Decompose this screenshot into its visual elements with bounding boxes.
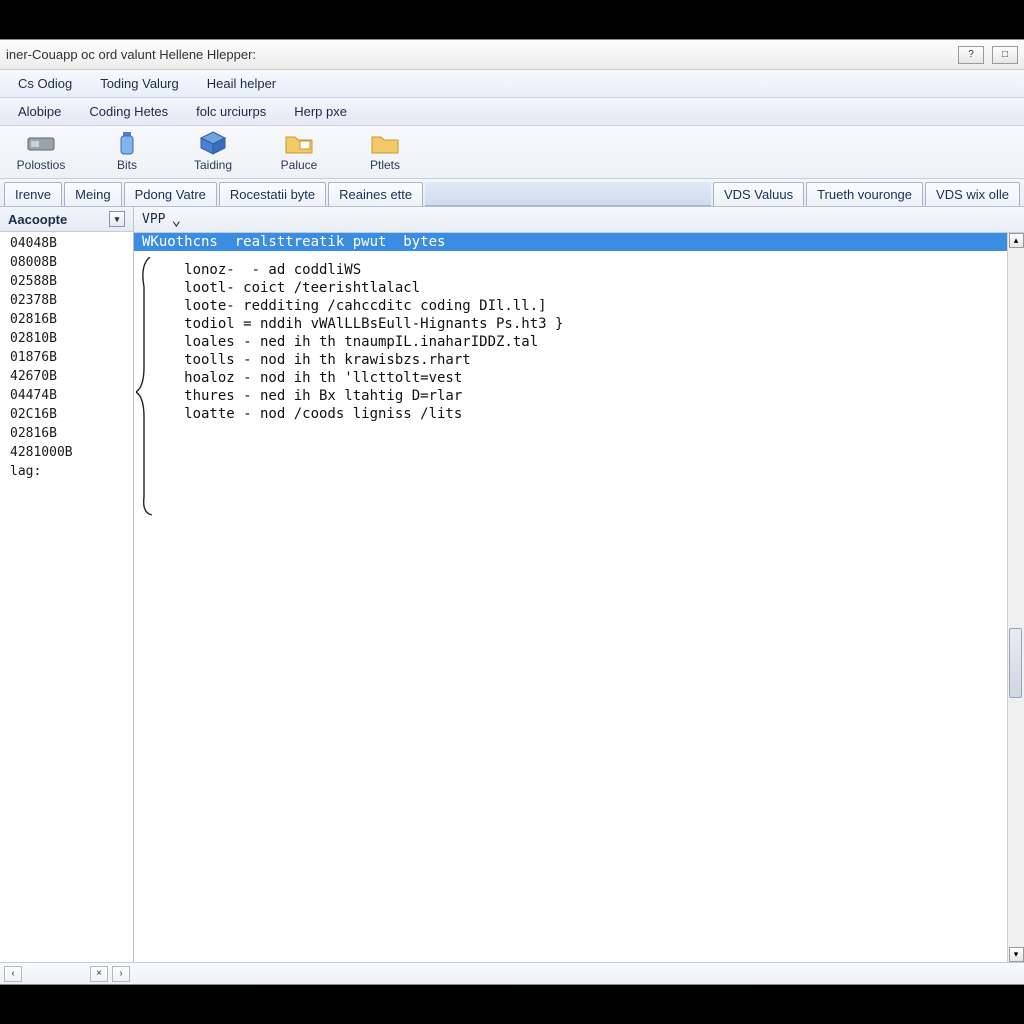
content-area: Aacoopte ▾ 04048B 08008B 02588B 02378B 0… [0, 207, 1024, 962]
sidebar-dropdown-button[interactable]: ▾ [109, 211, 125, 227]
toolbar-button-bits[interactable]: Bits [96, 130, 158, 172]
toolbar-label: Bits [117, 158, 137, 172]
toolbar-button-taiding[interactable]: Taiding [182, 130, 244, 172]
menu-item[interactable]: Toding Valurg [86, 72, 193, 95]
toolbar-label: Polostios [17, 158, 66, 172]
toolbar: Polostios Bits Taiding Paluce Ptlets [0, 126, 1024, 179]
code-editor[interactable]: WKuothcns realsttreatik pwut bytes lonoz… [134, 233, 1007, 962]
menubar-row-2: Alobipe Coding Hetes folc urciurps Herp … [0, 98, 1024, 126]
window-controls: ? □ [954, 46, 1018, 64]
folder-icon [283, 130, 315, 156]
tabbar-spacer [425, 182, 711, 206]
list-item[interactable]: 04048B [0, 234, 133, 253]
scroll-track[interactable] [1008, 248, 1024, 947]
editor-tab-label: VPP [142, 212, 165, 227]
scroll-thumb[interactable] [1009, 628, 1022, 698]
editor-tab[interactable]: VPP ⌄ [134, 207, 1024, 233]
list-item[interactable]: 02816B [0, 424, 133, 443]
vertical-scrollbar[interactable]: ▴ ▾ [1007, 233, 1024, 962]
menu-item[interactable]: folc urciurps [182, 100, 280, 123]
code-line[interactable]: toolls - nod ih th krawisbzs.rhart [134, 351, 1007, 369]
chevron-down-icon: ⌄ [171, 210, 181, 229]
brace-decoration [136, 257, 156, 517]
toolbar-button-polostios[interactable]: Polostios [10, 130, 72, 172]
bottle-icon [111, 130, 143, 156]
tab-vds-valuus[interactable]: VDS Valuus [713, 182, 804, 206]
window-title: iner-Couapp oc ord valunt Hellene Hleppe… [6, 47, 954, 62]
scroll-down-button[interactable]: ▾ [1009, 947, 1024, 962]
app-window: iner-Couapp oc ord valunt Hellene Hleppe… [0, 40, 1024, 984]
folder2-icon [369, 130, 401, 156]
tab-rocestatii-byte[interactable]: Rocestatii byte [219, 182, 326, 206]
sidebar-list: 04048B 08008B 02588B 02378B 02816B 02810… [0, 232, 133, 962]
code-line-selected[interactable]: WKuothcns realsttreatik pwut bytes [134, 233, 1007, 251]
status-close-button[interactable]: × [90, 966, 108, 982]
toolbar-label: Ptlets [370, 158, 400, 172]
code-line[interactable]: thures - ned ih Bx ltahtig D=rlar [134, 387, 1007, 405]
tab-vds-wix-olle[interactable]: VDS wix olle [925, 182, 1020, 206]
menu-item[interactable]: Coding Hetes [75, 100, 182, 123]
code-line[interactable]: lonoz- - ad coddliWS [134, 261, 1007, 279]
list-item[interactable]: 42670B [0, 367, 133, 386]
code-line[interactable]: hoaloz - nod ih th 'llcttolt=vest [134, 369, 1007, 387]
list-item[interactable]: 02816B [0, 310, 133, 329]
tab-irenve[interactable]: Irenve [4, 182, 62, 206]
toolbar-button-paluce[interactable]: Paluce [268, 130, 330, 172]
status-next-button[interactable]: › [112, 966, 130, 982]
menu-item[interactable]: Alobipe [4, 100, 75, 123]
code-line[interactable]: loales - ned ih th tnaumpIL.inaharIDDZ.t… [134, 333, 1007, 351]
tab-pdong-vatre[interactable]: Pdong Vatre [124, 182, 217, 206]
status-prev-button[interactable]: ‹ [4, 966, 22, 982]
code-line[interactable]: loatte - nod /coods ligniss /lits [134, 405, 1007, 423]
menu-item[interactable]: Cs Odiog [4, 72, 86, 95]
tab-meing[interactable]: Meing [64, 182, 121, 206]
list-item[interactable]: 02588B [0, 272, 133, 291]
code-line[interactable]: lootl- coict /teerishtlalacl [134, 279, 1007, 297]
editor-pane: VPP ⌄ WKuothcns realsttreatik pwut bytes… [134, 207, 1024, 962]
sidebar: Aacoopte ▾ 04048B 08008B 02588B 02378B 0… [0, 207, 134, 962]
titlebar: iner-Couapp oc ord valunt Hellene Hleppe… [0, 40, 1024, 70]
tab-reaines-ette[interactable]: Reaines ette [328, 182, 423, 206]
list-item[interactable]: 02810B [0, 329, 133, 348]
code-line[interactable]: todiol = nddih vWAlLLBsEull-Hignants Ps.… [134, 315, 1007, 333]
menubar-row-1: Cs Odiog Toding Valurg Heail helper [0, 70, 1024, 98]
list-item[interactable]: lag: [0, 462, 133, 481]
list-item[interactable]: 02378B [0, 291, 133, 310]
help-button[interactable]: ? [958, 46, 984, 64]
statusbar: ‹ × › [0, 962, 1024, 984]
toolbar-label: Paluce [281, 158, 318, 172]
sidebar-header: Aacoopte ▾ [0, 207, 133, 232]
code-line[interactable]: loote- redditing /cahccditc coding DIl.l… [134, 297, 1007, 315]
sidebar-header-label: Aacoopte [8, 212, 67, 227]
toolbar-label: Taiding [194, 158, 232, 172]
list-item[interactable]: 01876B [0, 348, 133, 367]
drive-icon [25, 130, 57, 156]
scroll-up-button[interactable]: ▴ [1009, 233, 1024, 248]
toolbar-button-ptlets[interactable]: Ptlets [354, 130, 416, 172]
list-item[interactable]: 08008B [0, 253, 133, 272]
menu-item[interactable]: Heail helper [193, 72, 290, 95]
list-item[interactable]: 4281000B [0, 443, 133, 462]
list-item[interactable]: 04474B [0, 386, 133, 405]
menu-item[interactable]: Herp pxe [280, 100, 361, 123]
list-item[interactable]: 02C16B [0, 405, 133, 424]
cube-icon [197, 130, 229, 156]
tab-trueth-vouronge[interactable]: Trueth vouronge [806, 182, 923, 206]
tabbar: Irenve Meing Pdong Vatre Rocestatii byte… [0, 179, 1024, 207]
maximize-button[interactable]: □ [992, 46, 1018, 64]
